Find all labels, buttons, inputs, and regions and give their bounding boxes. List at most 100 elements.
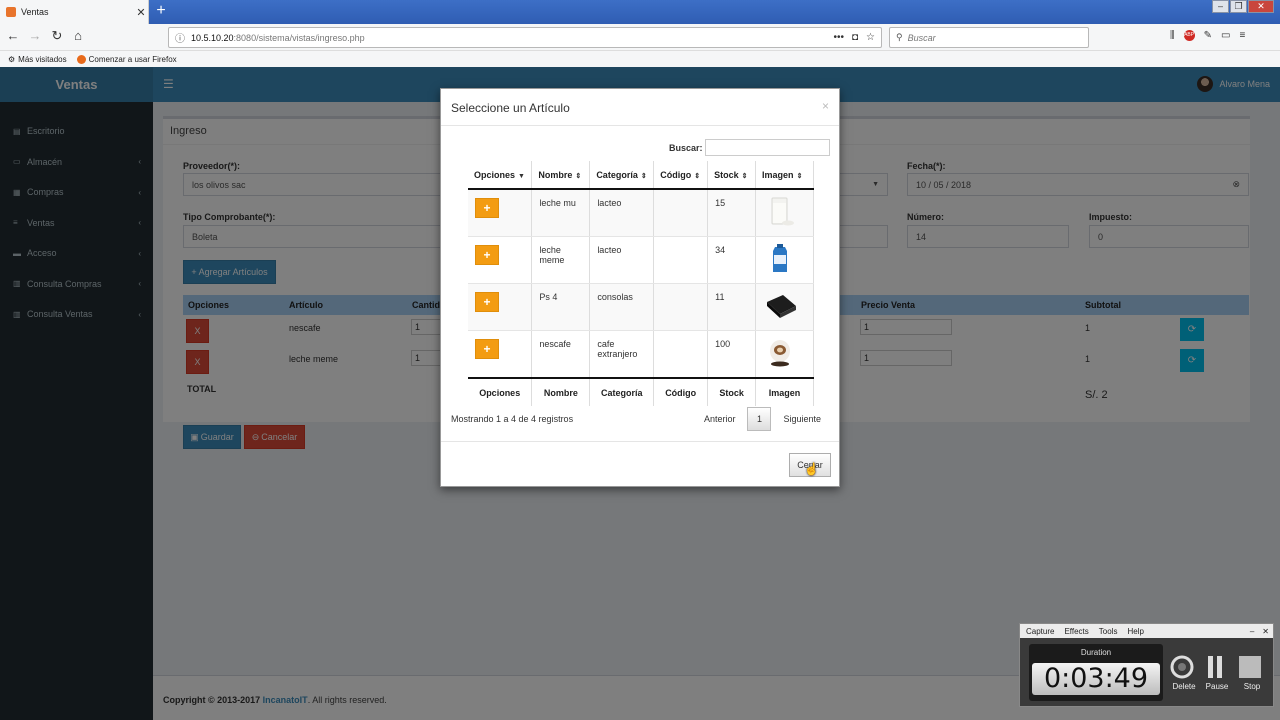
add-article-button[interactable]: + xyxy=(475,245,499,265)
prev-page-button[interactable]: Anterior xyxy=(704,414,736,424)
footer-column: Imagen xyxy=(755,377,814,406)
nombre-cell: Ps 4 xyxy=(531,283,591,331)
duration-timer: 0:03:49 xyxy=(1032,663,1160,695)
minimize-icon[interactable]: – xyxy=(1250,627,1254,636)
duration-panel: Duration 0:03:49 xyxy=(1029,644,1163,701)
sidebar-toggle-icon[interactable]: ▭ xyxy=(1221,30,1230,41)
window-controls: – ❐ ✕ xyxy=(1211,0,1274,13)
menu-item-capture[interactable]: Capture xyxy=(1026,627,1054,636)
firefox-icon xyxy=(76,54,86,64)
forward-icon[interactable]: → xyxy=(26,28,44,43)
codigo-cell xyxy=(653,236,709,284)
add-article-button[interactable]: + xyxy=(475,339,499,359)
search-label: Buscar: xyxy=(669,143,703,153)
column-header-nombre[interactable]: Nombre ⇕ xyxy=(531,161,591,190)
footer-column: Stock xyxy=(707,377,757,406)
back-icon[interactable]: ← xyxy=(4,28,22,43)
console-image xyxy=(767,295,797,318)
column-header-categoria[interactable]: Categoría ⇕ xyxy=(589,161,655,190)
imagen-cell xyxy=(755,283,814,331)
footer-column: Categoría xyxy=(589,377,655,406)
column-label: Opciones xyxy=(474,169,516,180)
categoria-cell: cafe extranjero xyxy=(589,330,655,379)
site-favicon-icon xyxy=(6,7,16,17)
pause-icon xyxy=(1208,656,1222,678)
recorder-menu: Capture Effects Tools Help – ✕ xyxy=(1020,624,1273,638)
column-label: Stock xyxy=(714,169,739,180)
adblock-icon[interactable]: ABP xyxy=(1183,30,1195,41)
sort-icon: ⇕ xyxy=(640,172,647,180)
stock-cell: 11 xyxy=(707,283,757,331)
column-label: Categoría xyxy=(596,169,638,180)
menu-icon[interactable]: ≡ xyxy=(1239,30,1245,41)
stop-label: Stop xyxy=(1243,682,1261,691)
search-placeholder: Buscar xyxy=(907,32,936,43)
nombre-cell: leche meme xyxy=(531,236,591,284)
stock-cell: 34 xyxy=(707,236,757,284)
categoria-cell: lacteo xyxy=(589,189,655,237)
tab-close-icon[interactable]: ✕ xyxy=(134,6,148,19)
close-icon[interactable]: ✕ xyxy=(1262,627,1269,636)
bookmark-label: Más visitados xyxy=(18,54,67,64)
categoria-cell: consolas xyxy=(589,283,655,331)
next-page-button[interactable]: Siguiente xyxy=(783,414,821,424)
column-header-stock[interactable]: Stock ⇕ xyxy=(707,161,757,190)
delete-icon xyxy=(1170,655,1194,679)
reload-icon[interactable]: ↻ xyxy=(48,28,66,44)
pocket-icon[interactable]: ◘ xyxy=(852,32,858,43)
new-tab-icon[interactable]: + xyxy=(153,2,169,20)
delete-recording-button[interactable]: Delete xyxy=(1169,654,1199,691)
bookmarks-bar: ⚙ Más visitados Comenzar a usar Firefox xyxy=(0,51,1280,67)
modal-title: Seleccione un Artículo xyxy=(451,101,570,115)
browser-search-input[interactable]: ⚲ Buscar xyxy=(889,27,1089,48)
page-1-button[interactable]: 1 xyxy=(747,407,772,431)
menu-item-tools[interactable]: Tools xyxy=(1099,627,1118,636)
menu-item-effects[interactable]: Effects xyxy=(1064,627,1088,636)
bookmark-star-icon[interactable]: ☆ xyxy=(866,32,875,43)
window-close-icon[interactable]: ✕ xyxy=(1248,0,1274,13)
tools-icon[interactable]: ✎ xyxy=(1204,30,1212,41)
url-path: :8080/sistema/vistas/ingreso.php xyxy=(233,32,365,43)
add-article-button[interactable]: + xyxy=(475,198,499,218)
minimize-icon[interactable]: – xyxy=(1212,0,1229,13)
stop-icon xyxy=(1239,656,1261,678)
close-icon[interactable]: × xyxy=(822,99,829,113)
search-input[interactable] xyxy=(705,139,830,156)
column-header-opciones[interactable]: Opciones ▼ xyxy=(468,161,533,190)
pause-button[interactable]: Pause xyxy=(1202,654,1232,691)
pagination-info: Mostrando 1 a 4 de 4 registros xyxy=(451,414,574,424)
milk-glass-image xyxy=(771,197,795,226)
stock-cell: 15 xyxy=(707,189,757,237)
column-label: Nombre xyxy=(538,169,573,180)
restore-icon[interactable]: ❐ xyxy=(1230,0,1247,13)
coffee-cup-image xyxy=(770,340,791,367)
url-bar[interactable]: ⓘ 10.5.10.20 :8080/sistema/vistas/ingres… xyxy=(168,27,882,48)
categoria-cell: lacteo xyxy=(589,236,655,284)
browser-tab[interactable]: Ventas ✕ xyxy=(0,0,149,24)
pagination: Anterior 1 Siguiente xyxy=(704,407,821,431)
browser-tab-bar: Ventas ✕ + – ❐ ✕ xyxy=(0,0,1280,24)
table-row: + Ps 4 consolas 11 xyxy=(468,283,814,331)
menu-item-help[interactable]: Help xyxy=(1127,627,1143,636)
column-header-imagen[interactable]: Imagen ⇕ xyxy=(755,161,814,190)
sort-icon: ⇕ xyxy=(694,172,701,180)
imagen-cell xyxy=(755,189,814,237)
library-icon[interactable]: ⫼ xyxy=(1170,30,1175,41)
home-icon[interactable]: ⌂ xyxy=(69,28,87,43)
nombre-cell: leche mu xyxy=(531,189,591,237)
stop-button[interactable]: Stop xyxy=(1237,654,1267,691)
select-article-modal: Seleccione un Artículo × Buscar: Opcione… xyxy=(440,88,840,487)
recorder-widget: Capture Effects Tools Help – ✕ Duration … xyxy=(1019,623,1274,707)
bookmark-most-visited[interactable]: ⚙ Más visitados xyxy=(8,55,67,64)
sort-icon: ⇕ xyxy=(796,172,803,180)
info-icon[interactable]: ⓘ xyxy=(175,30,185,45)
milk-carton-image xyxy=(773,244,788,272)
nombre-cell: nescafe xyxy=(531,330,591,379)
add-article-button[interactable]: + xyxy=(475,292,499,312)
bookmark-getting-started[interactable]: Comenzar a usar Firefox xyxy=(76,54,177,64)
browser-toolbar: ← → ↻ ⌂ ⓘ 10.5.10.20 :8080/sistema/vista… xyxy=(0,24,1280,51)
column-header-codigo[interactable]: Código ⇕ xyxy=(653,161,709,190)
footer-column: Código xyxy=(653,377,709,406)
codigo-cell xyxy=(653,283,709,331)
page-actions-icon[interactable]: ••• xyxy=(833,32,844,43)
